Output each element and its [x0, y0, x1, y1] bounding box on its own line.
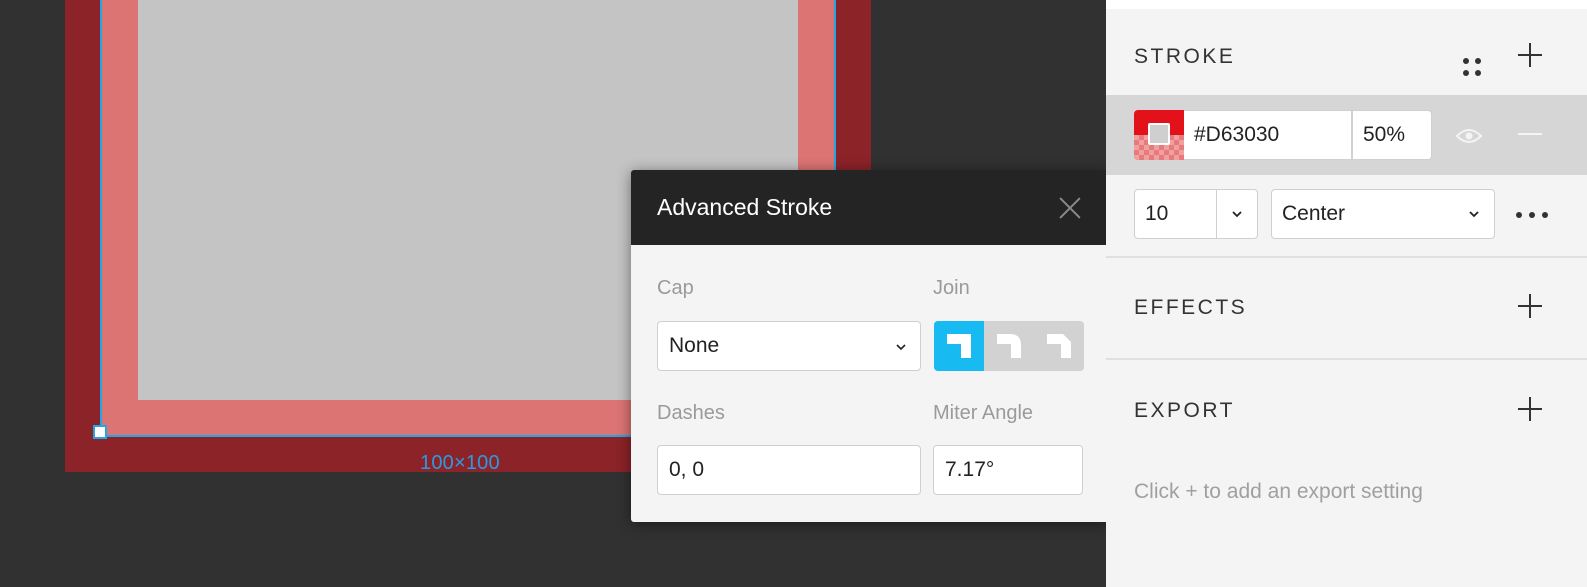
more-options-icon[interactable] — [1516, 212, 1550, 220]
stroke-opacity-input[interactable]: 50% — [1352, 110, 1432, 160]
section-divider — [1106, 256, 1587, 258]
cap-label: Cap — [657, 277, 694, 299]
add-export-plus-icon[interactable] — [1518, 397, 1542, 421]
bevel-join-icon — [1047, 334, 1071, 358]
miter-join-button[interactable] — [934, 321, 984, 371]
dashes-input[interactable]: 0, 0 — [657, 445, 921, 495]
chevron-down-icon — [896, 344, 906, 351]
eye-icon[interactable] — [1455, 128, 1483, 144]
stroke-align-select[interactable]: Center — [1271, 189, 1495, 239]
export-hint-text: Click + to add an export setting — [1134, 480, 1423, 503]
dimension-label: 100×100 — [420, 452, 500, 474]
resize-handle-bottom-left[interactable] — [93, 425, 107, 439]
round-join-icon — [997, 334, 1021, 358]
add-effect-plus-icon[interactable] — [1518, 294, 1542, 318]
cap-select[interactable]: None — [657, 321, 921, 371]
join-toggle-group — [934, 321, 1084, 371]
inspector-panel: STROKE #D63030 50% 10 Center EFFECTS EXP… — [1106, 0, 1587, 587]
dashes-label: Dashes — [657, 402, 725, 424]
bevel-join-button[interactable] — [1034, 321, 1084, 371]
stroke-hex-input[interactable]: #D63030 — [1184, 110, 1352, 160]
chevron-down-icon[interactable] — [1231, 209, 1243, 219]
join-label: Join — [933, 277, 970, 299]
stroke-width-value: 10 — [1145, 202, 1169, 225]
export-section-title: EXPORT — [1134, 399, 1235, 422]
add-stroke-plus-icon[interactable] — [1518, 43, 1542, 67]
chevron-down-icon — [1469, 211, 1479, 218]
section-divider — [1106, 358, 1587, 360]
stroke-align-value: Center — [1282, 202, 1346, 225]
stroke-width-input[interactable]: 10 — [1134, 189, 1258, 239]
round-join-button[interactable] — [984, 321, 1034, 371]
remove-stroke-minus-icon[interactable] — [1518, 133, 1542, 135]
miter-join-icon — [947, 334, 971, 358]
close-icon[interactable] — [1059, 197, 1081, 219]
stroke-style-icon[interactable] — [1461, 56, 1483, 78]
stroke-section-title: STROKE — [1134, 45, 1236, 68]
miter-angle-input[interactable]: 7.17° — [933, 445, 1083, 495]
popover-title: Advanced Stroke — [657, 194, 833, 220]
cap-select-value: None — [669, 334, 720, 357]
advanced-stroke-popover: Advanced Stroke Cap Join None Dashes Mit… — [631, 170, 1109, 522]
popover-header: Advanced Stroke — [631, 170, 1109, 245]
miter-angle-label: Miter Angle — [933, 402, 1034, 424]
effects-section-title: EFFECTS — [1134, 296, 1248, 319]
stroke-color-swatch[interactable] — [1134, 110, 1184, 160]
stroke-color-row: #D63030 50% — [1106, 95, 1587, 175]
